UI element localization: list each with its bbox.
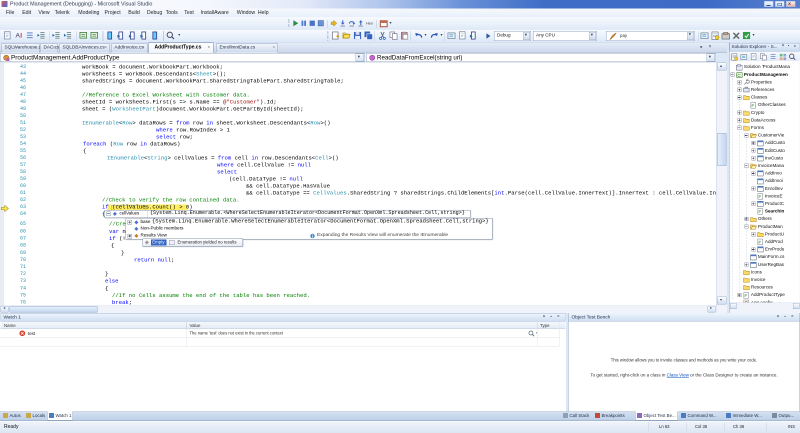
svg-text:A: A [15, 33, 20, 40]
svg-text:C: C [737, 73, 741, 78]
